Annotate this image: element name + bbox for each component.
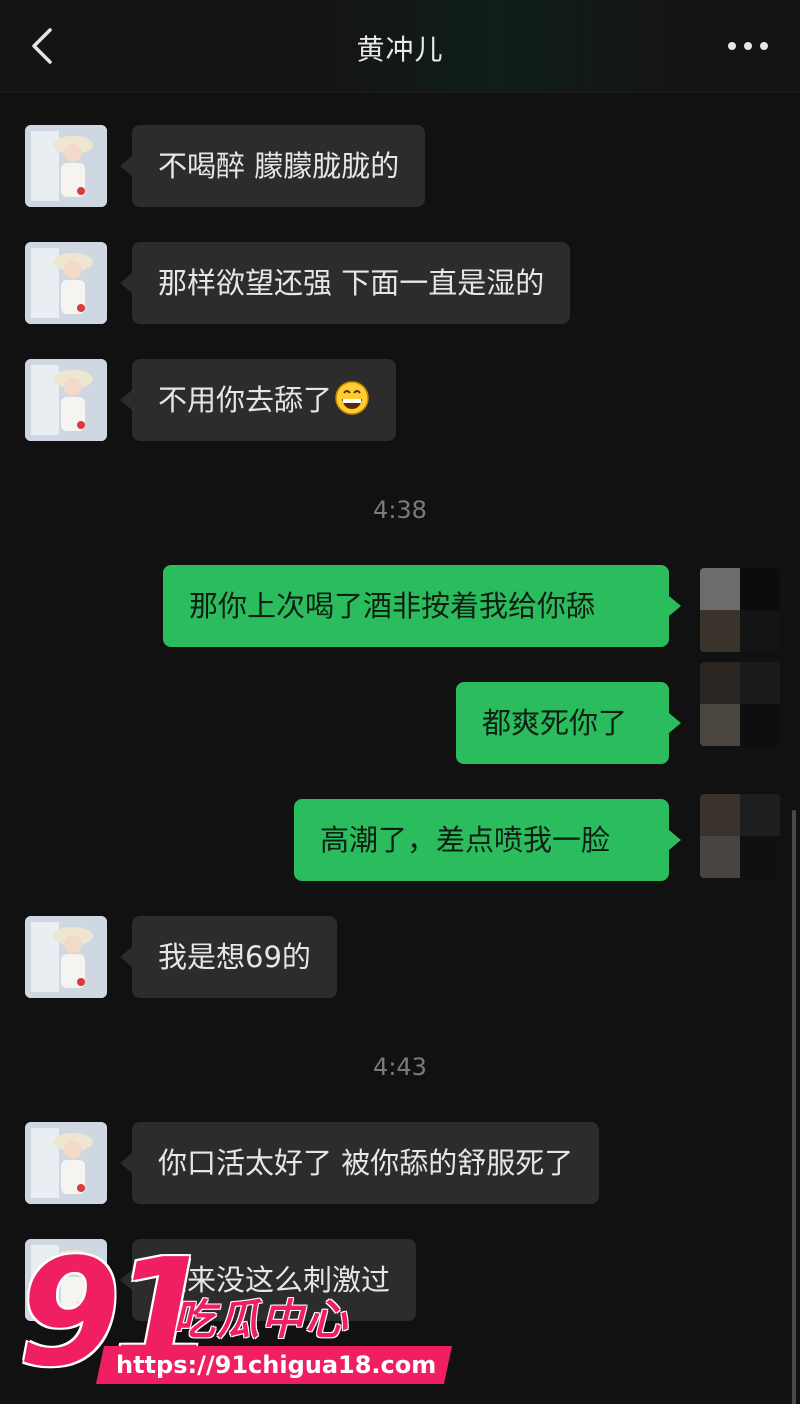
chat-screen: 黄冲儿 不喝醉 朦朦胧胧的 那样欲望还强 下面一直是湿的 不用你去舔了 4:38… (0, 0, 800, 1404)
avatar-photo (25, 125, 107, 207)
message-bubble-incoming[interactable]: 不用你去舔了 (119, 359, 397, 441)
message-bubble-outgoing[interactable]: 那你上次喝了酒非按着我给你舔 (163, 565, 681, 647)
watermark: 91 吃瓜中心 https://91chigua18.com (18, 1238, 453, 1398)
message-text: 不用你去舔了 (158, 383, 333, 417)
self-avatar[interactable] (700, 662, 780, 746)
self-avatar-mosaic (700, 568, 780, 652)
message-bubble-incoming[interactable]: 你口活太好了 被你舔的舒服死了 (119, 1122, 600, 1204)
watermark-url: https://91chigua18.com (95, 1346, 453, 1384)
self-avatar[interactable] (700, 568, 780, 652)
contact-avatar[interactable] (25, 916, 107, 998)
scrollbar[interactable] (792, 810, 796, 1404)
avatar-photo (25, 242, 107, 324)
more-dots-icon (728, 42, 768, 50)
watermark-url-text: https://91chigua18.com (116, 1351, 437, 1379)
message-bubble-outgoing[interactable]: 高潮了，差点喷我一脸 (294, 799, 681, 881)
timestamp: 4:38 (373, 496, 427, 524)
message-bubble-incoming[interactable]: 我是想69的 (120, 916, 337, 998)
message-bubble-incoming[interactable]: 那样欲望还强 下面一直是湿的 (119, 242, 571, 324)
more-button[interactable] (726, 32, 770, 60)
chat-title: 黄冲儿 (356, 33, 444, 66)
self-avatar[interactable] (700, 794, 780, 878)
contact-avatar[interactable] (25, 242, 107, 324)
message-bubble-incoming[interactable]: 不喝醉 朦朦胧胧的 (119, 125, 426, 207)
self-avatar-mosaic (700, 662, 780, 746)
timestamp: 4:43 (373, 1053, 427, 1081)
avatar-photo (25, 916, 107, 998)
grinning-face-icon (335, 381, 369, 415)
chat-header: 黄冲儿 (0, 0, 800, 93)
message-bubble-outgoing[interactable]: 都爽死你了 (456, 682, 681, 764)
contact-avatar[interactable] (25, 1122, 107, 1204)
self-avatar-mosaic (700, 794, 780, 878)
avatar-photo (25, 1122, 107, 1204)
contact-avatar[interactable] (25, 359, 107, 441)
contact-avatar[interactable] (25, 125, 107, 207)
avatar-photo (25, 359, 107, 441)
watermark-name: 吃瓜中心 (173, 1295, 350, 1344)
